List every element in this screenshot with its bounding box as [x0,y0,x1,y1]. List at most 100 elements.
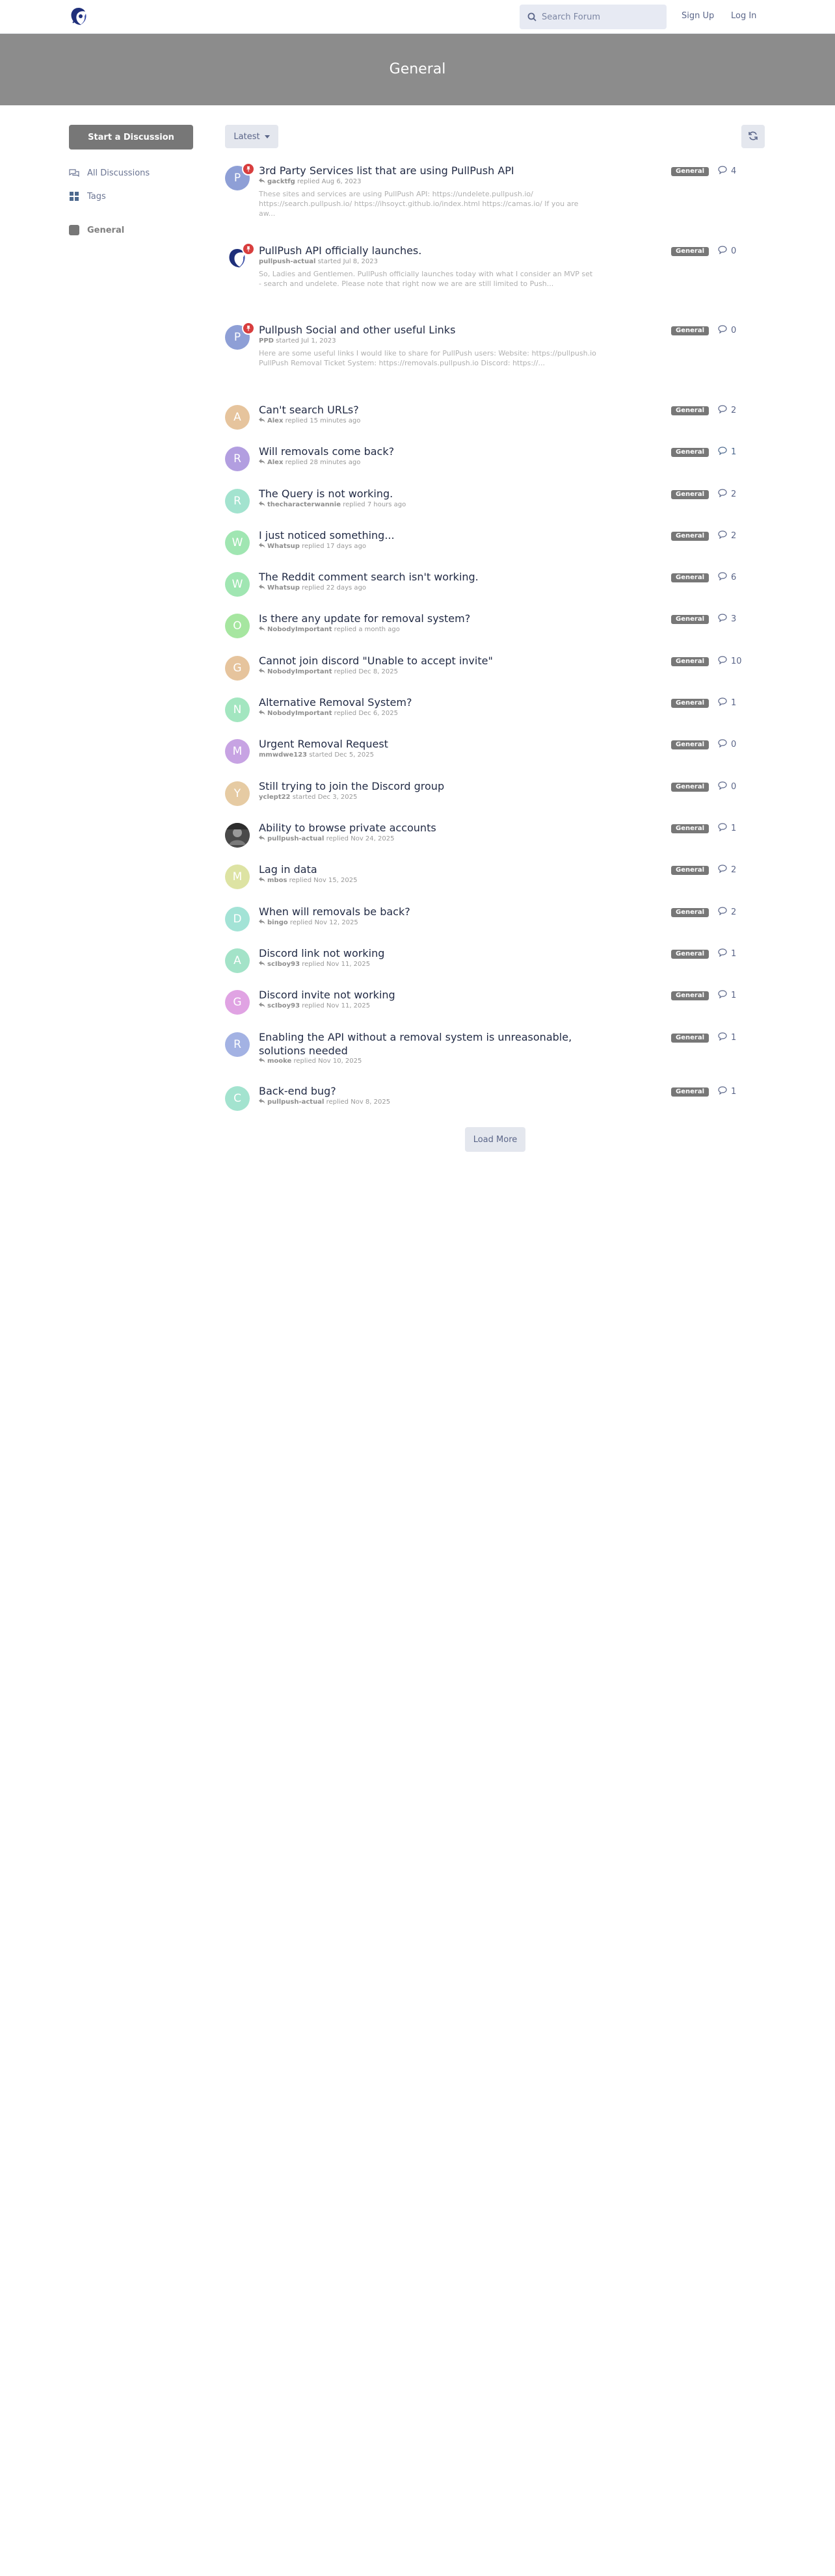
reply-count[interactable]: 4 [718,166,736,177]
avatar[interactable] [225,823,250,848]
discussion-title[interactable]: Discord link not working [259,946,610,960]
tag-badge[interactable]: General [671,908,709,917]
sidebar-item-general[interactable]: General [69,224,124,237]
avatar[interactable]: G [225,656,250,681]
author-name[interactable]: pullpush-actual [267,835,324,842]
discussion-title[interactable]: Ability to browse private accounts [259,821,610,835]
search-box[interactable] [520,5,667,29]
reply-count[interactable]: 1 [718,948,736,959]
reply-count[interactable]: 1 [718,1032,736,1043]
author-name[interactable]: pullpush-actual [267,1099,324,1106]
tag-badge[interactable]: General [671,866,709,875]
discussion-title[interactable]: Back-end bug? [259,1084,610,1098]
discussion-title[interactable]: I just noticed something... [259,528,610,542]
author-name[interactable]: bingo [267,919,288,926]
reply-count[interactable]: 10 [718,656,742,667]
tag-badge[interactable]: General [671,740,709,749]
tag-badge[interactable]: General [671,1034,709,1043]
author-name[interactable]: Alex [267,459,283,466]
avatar[interactable]: W [225,572,250,597]
author-name[interactable]: mmwdwe123 [259,751,307,759]
reply-count[interactable]: 6 [718,572,736,583]
discussion-title[interactable]: Is there any update for removal system? [259,612,610,625]
refresh-button[interactable] [741,125,765,148]
sign-up-link[interactable]: Sign Up [682,11,714,21]
reply-count[interactable]: 2 [718,530,736,541]
tag-badge[interactable]: General [671,247,709,256]
discussion-title[interactable]: The Query is not working. [259,487,610,501]
tag-badge[interactable]: General [671,950,709,959]
reply-count[interactable]: 0 [718,781,736,792]
reply-count[interactable]: 2 [718,489,736,500]
load-more-button[interactable]: Load More [465,1127,525,1152]
tag-badge[interactable]: General [671,615,709,624]
forum-logo[interactable] [69,6,88,28]
avatar[interactable]: R [225,447,250,471]
author-name[interactable]: gacktfg [267,178,295,185]
author-name[interactable]: Alex [267,417,283,424]
sidebar-item-all-discussions[interactable]: All Discussions [69,166,150,179]
avatar[interactable]: A [225,948,250,973]
reply-count[interactable]: 1 [718,697,736,709]
avatar[interactable]: M [225,865,250,889]
author-name[interactable]: scIboy93 [267,1002,300,1009]
discussion-title[interactable]: Will removals come back? [259,445,610,458]
reply-count[interactable]: 1 [718,1086,736,1097]
author-name[interactable]: scIboy93 [267,961,300,968]
discussion-title[interactable]: Pullpush Social and other useful Links [259,323,610,337]
reply-count[interactable]: 2 [718,405,736,416]
discussion-title[interactable]: Still trying to join the Discord group [259,779,610,793]
avatar[interactable]: O [225,614,250,638]
search-input[interactable] [542,5,661,29]
reply-count[interactable]: 2 [718,907,736,918]
log-in-link[interactable]: Log In [731,11,756,21]
avatar[interactable]: W [225,530,250,555]
discussion-title[interactable]: Discord invite not working [259,988,610,1002]
avatar[interactable]: Y [225,781,250,806]
author-name[interactable]: PPD [259,337,274,345]
tag-badge[interactable]: General [671,699,709,708]
tag-badge[interactable]: General [671,1087,709,1097]
author-name[interactable]: pullpush-actual [259,258,315,265]
reply-count[interactable]: 2 [718,865,736,876]
reply-count[interactable]: 0 [718,325,736,336]
author-name[interactable]: mooke [267,1058,291,1065]
tag-badge[interactable]: General [671,326,709,335]
avatar[interactable]: R [225,489,250,514]
tag-badge[interactable]: General [671,824,709,833]
avatar[interactable]: C [225,1086,250,1111]
sidebar-item-tags[interactable]: Tags [69,190,106,203]
reply-count[interactable]: 0 [718,739,736,750]
tag-badge[interactable]: General [671,490,709,499]
author-name[interactable]: Whatsup [267,584,300,592]
avatar[interactable]: A [225,405,250,430]
tag-badge[interactable]: General [671,657,709,666]
author-name[interactable]: mbos [267,877,287,884]
discussion-title[interactable]: 3rd Party Services list that are using P… [259,164,610,177]
tag-badge[interactable]: General [671,991,709,1000]
author-name[interactable]: thecharacterwannie [267,501,341,508]
discussion-title[interactable]: When will removals be back? [259,905,610,918]
avatar[interactable]: N [225,697,250,722]
avatar[interactable]: R [225,1032,250,1057]
tag-badge[interactable]: General [671,167,709,176]
sort-dropdown-button[interactable]: Latest [225,125,278,148]
discussion-title[interactable]: Cannot join discord "Unable to accept in… [259,654,610,668]
tag-badge[interactable]: General [671,783,709,792]
start-discussion-button[interactable]: Start a Discussion [69,125,193,150]
tag-badge[interactable]: General [671,573,709,582]
tag-badge[interactable]: General [671,448,709,457]
discussion-title[interactable]: Alternative Removal System? [259,696,610,709]
tag-badge[interactable]: General [671,406,709,415]
author-name[interactable]: NobodyImportant [267,668,332,675]
avatar[interactable]: M [225,739,250,764]
reply-count[interactable]: 1 [718,447,736,458]
tag-badge[interactable]: General [671,532,709,541]
reply-count[interactable]: 1 [718,990,736,1001]
discussion-title[interactable]: Lag in data [259,863,610,876]
author-name[interactable]: NobodyImportant [267,626,332,633]
author-name[interactable]: yclept22 [259,794,291,801]
reply-count[interactable]: 1 [718,823,736,834]
discussion-title[interactable]: PullPush API officially launches. [259,244,610,257]
reply-count[interactable]: 0 [718,246,736,257]
